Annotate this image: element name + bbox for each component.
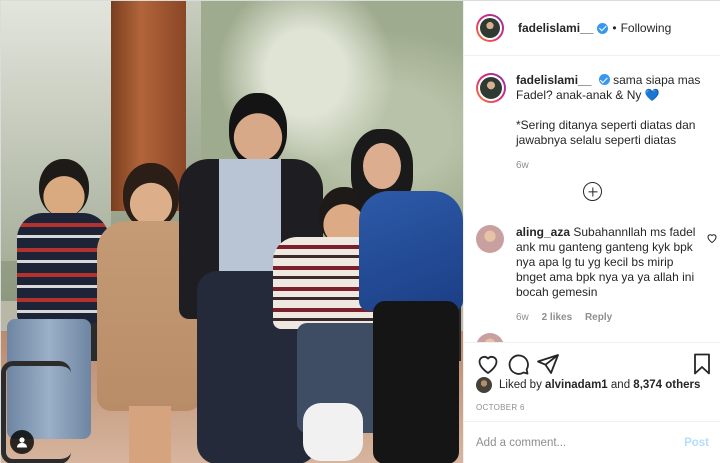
- comment-icon[interactable]: [506, 352, 530, 376]
- comment-likes[interactable]: 2 likes: [542, 312, 573, 323]
- caption-avatar[interactable]: [476, 73, 506, 103]
- list-item: aling_aza Subahannllah ms fadel ank mu g…: [476, 225, 717, 325]
- person-woman-face: [363, 143, 401, 189]
- paper-plane-icon[interactable]: [536, 352, 560, 376]
- person-boy-left-body: [17, 213, 109, 323]
- verified-badge-icon: [597, 22, 609, 34]
- comment-avatar[interactable]: [476, 225, 504, 253]
- heart-icon[interactable]: [706, 232, 718, 244]
- person-boy-left-head: [39, 159, 89, 217]
- post-photo[interactable]: [1, 1, 463, 463]
- comment-avatar[interactable]: [476, 333, 504, 342]
- avatar[interactable]: [476, 14, 504, 42]
- action-bar: [464, 342, 720, 382]
- person-girl-legs: [129, 406, 171, 463]
- comment-age[interactable]: 6w: [516, 312, 529, 323]
- sneaker: [303, 403, 363, 461]
- likes-prefix: Liked by: [499, 379, 542, 391]
- liker-avatar[interactable]: [476, 377, 492, 393]
- post-button[interactable]: Post: [684, 437, 709, 449]
- person-man-head: [229, 93, 287, 167]
- post-header: fadelislami__ • Following: [464, 1, 720, 56]
- liker-username[interactable]: alvinadam1: [545, 379, 608, 391]
- add-comment-bar: Post: [464, 421, 720, 463]
- reply-button[interactable]: Reply: [585, 312, 612, 323]
- heart-icon[interactable]: [476, 352, 500, 376]
- bookmark-icon[interactable]: [690, 352, 714, 376]
- comments-list[interactable]: fadelislami__ sama siapa mas Fadel? anak…: [464, 57, 720, 342]
- separator-dot: •: [612, 21, 617, 35]
- post-side-panel: fadelislami__ • Following fadelislami__ …: [463, 1, 720, 463]
- plus-circle-icon[interactable]: [583, 182, 602, 201]
- comment-meta: 6w 2 likes Reply: [516, 310, 696, 325]
- person-girl-head: [123, 163, 179, 229]
- post-date[interactable]: OCTOBER 6: [476, 403, 525, 412]
- caption: fadelislami__ sama siapa mas Fadel? anak…: [476, 73, 712, 173]
- header-username[interactable]: fadelislami__: [518, 21, 593, 35]
- verified-badge-icon: [598, 74, 610, 85]
- person-woman-legs: [373, 301, 459, 463]
- caption-username[interactable]: fadelislami__: [516, 73, 591, 87]
- person-woman-top: [359, 191, 463, 311]
- user-tag-icon[interactable]: [10, 430, 34, 454]
- instagram-post: fadelislami__ • Following fadelislami__ …: [0, 0, 720, 463]
- comment-input[interactable]: [476, 436, 685, 449]
- likes-conjunction: and: [610, 379, 631, 391]
- caption-age[interactable]: 6w: [516, 158, 712, 173]
- likes-summary: Liked by alvinadam1 and 8,374 others: [476, 377, 700, 393]
- likes-others[interactable]: 8,374 others: [633, 379, 700, 391]
- caption-note: *Sering ditanya seperti diatas dan jawab…: [516, 118, 696, 147]
- comment-username[interactable]: aling_aza: [516, 225, 570, 239]
- person-man-shirt: [219, 159, 281, 289]
- following-button[interactable]: Following: [621, 21, 672, 35]
